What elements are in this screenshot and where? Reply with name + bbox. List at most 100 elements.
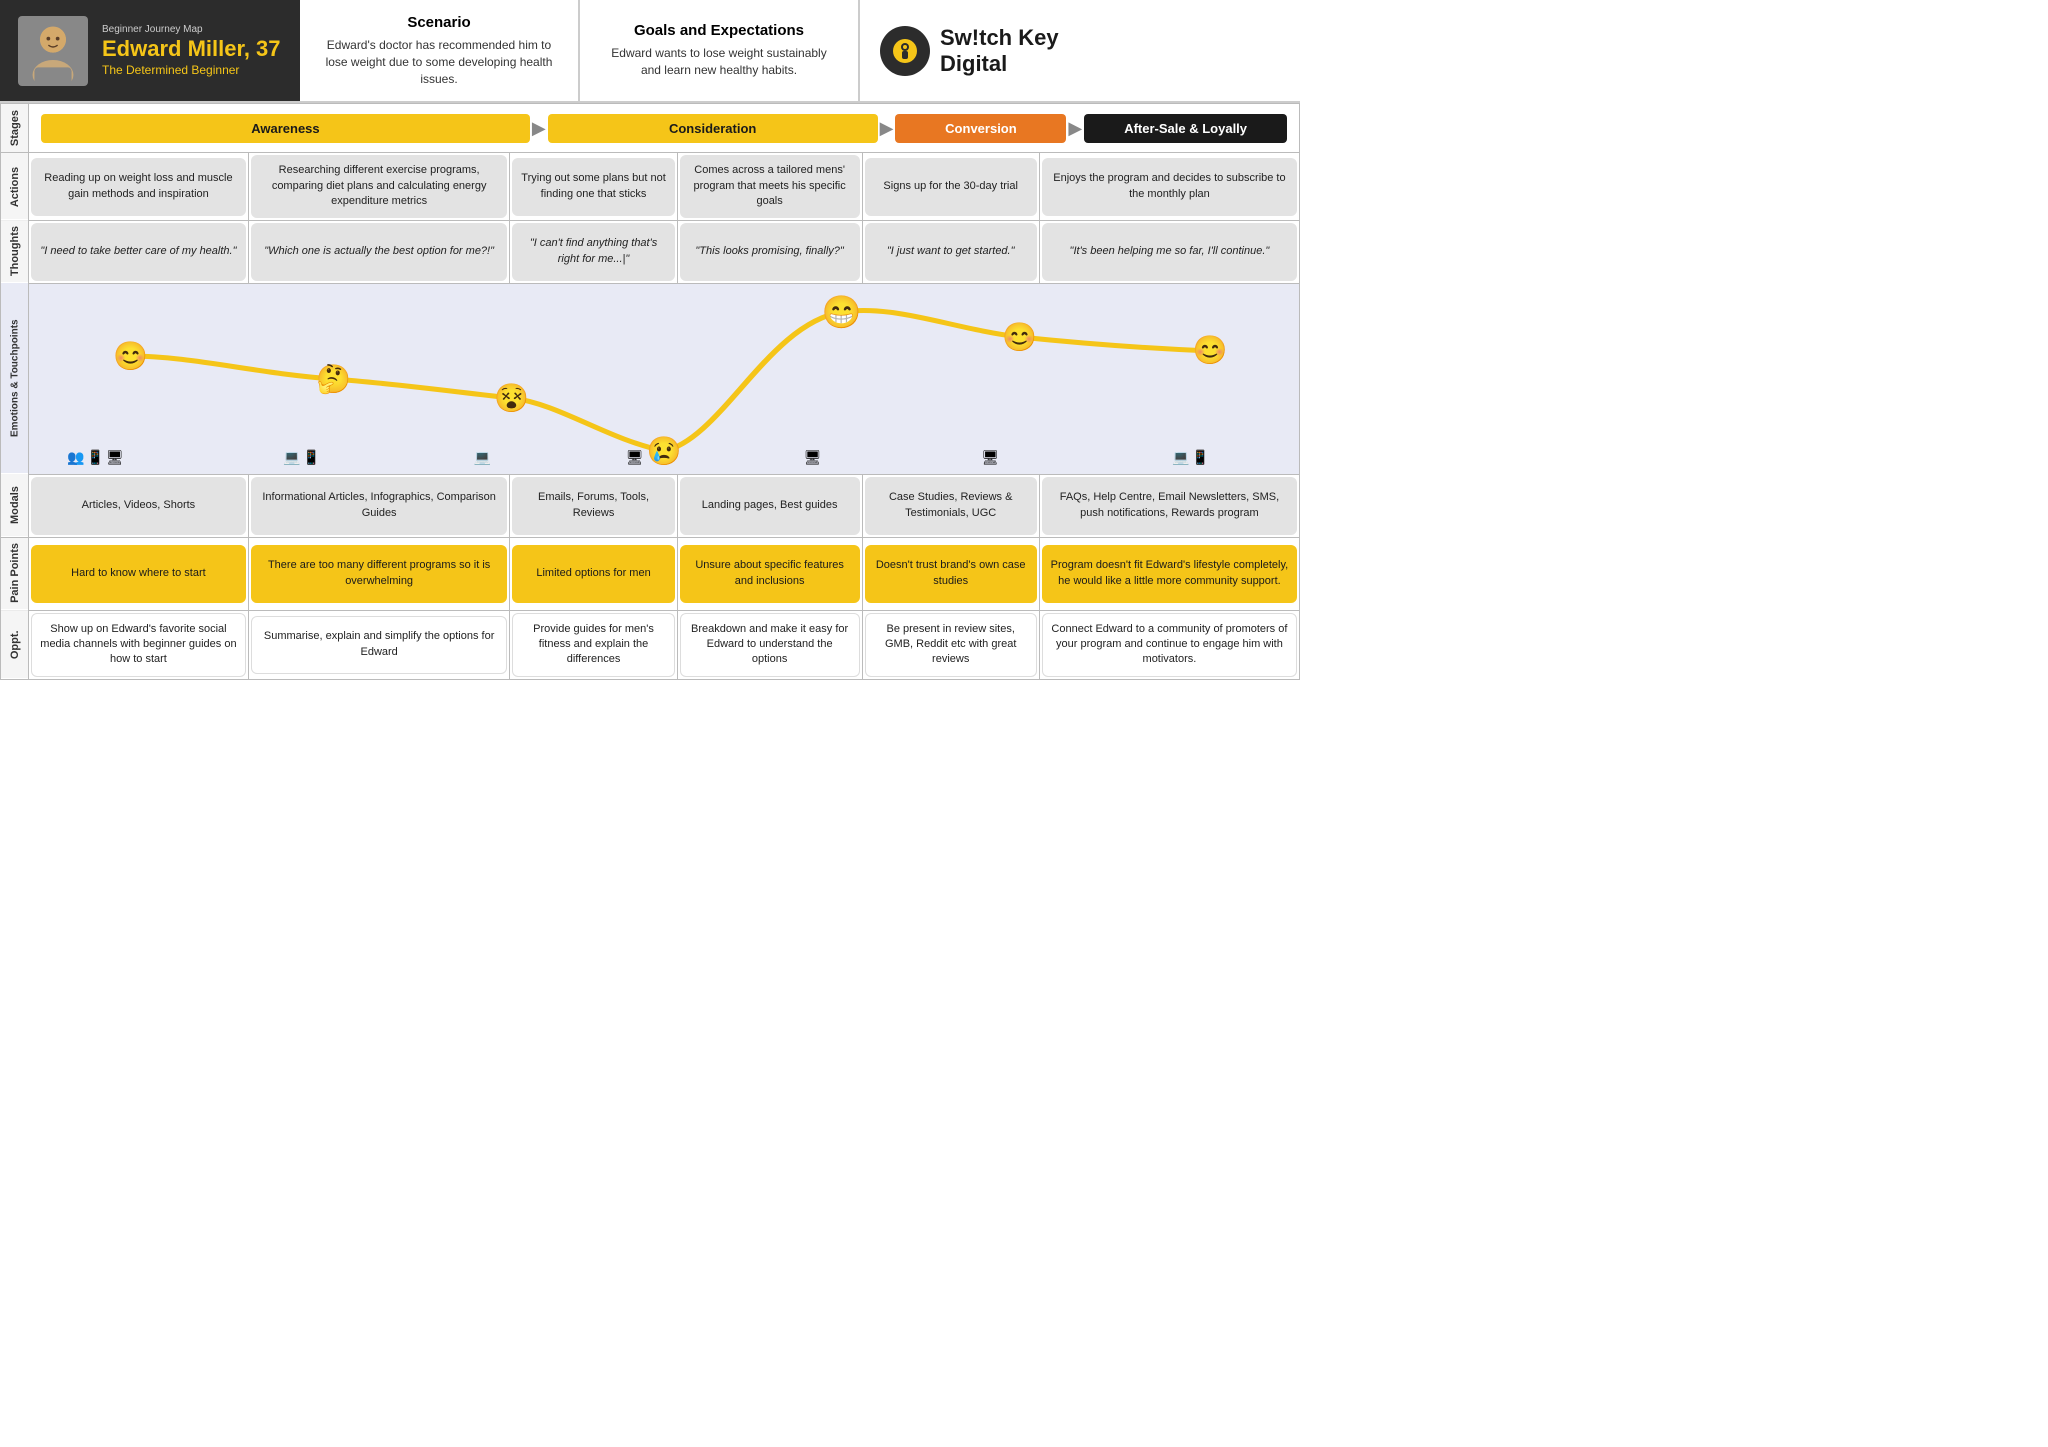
tp2-icon2: 📱	[302, 449, 319, 466]
oppt-cell-5: Be present in review sites, GMB, Reddit …	[862, 610, 1039, 679]
action-box-1: Reading up on weight loss and muscle gai…	[31, 158, 246, 216]
oppt-cell-4: Breakdown and make it easy for Edward to…	[677, 610, 862, 679]
pain-cell-1: Hard to know where to start	[29, 537, 249, 610]
oppt-box-4: Breakdown and make it easy for Edward to…	[680, 613, 860, 677]
action-box-3: Trying out some plans but not finding on…	[512, 158, 674, 216]
touchpoints-4: 🖥	[626, 449, 644, 466]
persona-tagline: The Determined Beginner	[102, 63, 281, 77]
thought-box-5: "I just want to get started."	[865, 223, 1037, 281]
thought-box-6: "It's been helping me so far, I'll conti…	[1042, 223, 1297, 281]
oppt-box-1: Show up on Edward's favorite social medi…	[31, 613, 246, 677]
thought-box-1: "I need to take better care of my health…	[31, 223, 246, 281]
journey-table: Stages Awareness ▶ Consideration ▶ Conve…	[0, 103, 1300, 679]
persona-subtitle: Beginner Journey Map	[102, 24, 281, 35]
page-wrapper: Beginner Journey Map Edward Miller, 37 T…	[0, 0, 1300, 680]
actions-label: Actions	[1, 153, 29, 220]
emotion-svg	[29, 284, 1299, 474]
action-cell-4: Comes across a tailored mens' program th…	[677, 153, 862, 220]
persona-block: Beginner Journey Map Edward Miller, 37 T…	[0, 0, 300, 101]
stage-awareness: Awareness	[41, 114, 530, 143]
persona-name: Edward Miller, 37	[102, 37, 281, 61]
emotion-chart-area: 😊 👥 📱 🖥 🤔 💻 📱	[29, 284, 1299, 474]
pain-box-3: Limited options for men	[512, 545, 674, 603]
touchpoints-6: 🖥	[982, 449, 1000, 466]
touchpoints-7: 💻 📱	[1172, 449, 1209, 466]
tp7-icon2: 📱	[1191, 449, 1208, 466]
action-box-2: Researching different exercise programs,…	[251, 155, 508, 217]
emotion-inner: 😊 👥 📱 🖥 🤔 💻 📱	[29, 284, 1299, 474]
arrow-1: ▶	[532, 118, 546, 139]
modal-box-3: Emails, Forums, Tools, Reviews	[512, 477, 674, 535]
scenario-text: Edward's doctor has recommended him to l…	[320, 37, 558, 87]
modal-cell-3: Emails, Forums, Tools, Reviews	[510, 474, 677, 537]
touchpoints-1: 👥 📱 🖥	[67, 449, 124, 466]
modals-row: Modals Articles, Videos, Shorts Informat…	[1, 474, 1300, 537]
thought-box-2: "Which one is actually the best option f…	[251, 223, 508, 281]
emotions-row: Emotions & Touchpoints	[1, 283, 1300, 474]
stage-aftersale: After-Sale & Loyally	[1084, 114, 1287, 143]
stages-container: Awareness ▶ Consideration ▶ Conversion ▶…	[35, 110, 1293, 147]
action-box-5: Signs up for the 30-day trial	[865, 158, 1037, 216]
modal-box-1: Articles, Videos, Shorts	[31, 477, 246, 535]
pain-cell-3: Limited options for men	[510, 537, 677, 610]
tp6-icon1: 🖥	[982, 449, 1000, 466]
opportunities-label: Oppt.	[1, 610, 29, 679]
avatar	[18, 16, 88, 86]
oppt-box-5: Be present in review sites, GMB, Reddit …	[865, 613, 1037, 677]
thought-box-3: "I can't find anything that's right for …	[512, 223, 674, 281]
pain-cell-6: Program doesn't fit Edward's lifestyle c…	[1039, 537, 1299, 610]
oppt-cell-2: Summarise, explain and simplify the opti…	[248, 610, 510, 679]
pain-box-2: There are too many different programs so…	[251, 545, 508, 603]
modal-box-4: Landing pages, Best guides	[680, 477, 860, 535]
goals-title: Goals and Expectations	[600, 22, 838, 39]
stage-conversion: Conversion	[895, 114, 1066, 143]
actions-row: Actions Reading up on weight loss and mu…	[1, 153, 1300, 220]
touchpoints-3: 💻	[474, 449, 491, 466]
thoughts-label: Thoughts	[1, 220, 29, 283]
arrow-3: ▶	[1068, 118, 1082, 139]
modal-cell-5: Case Studies, Reviews & Testimonials, UG…	[862, 474, 1039, 537]
tp4-icon1: 🖥	[626, 449, 644, 466]
thought-cell-1: "I need to take better care of my health…	[29, 220, 249, 283]
pain-cell-5: Doesn't trust brand's own case studies	[862, 537, 1039, 610]
thought-cell-4: "This looks promising, finally?"	[677, 220, 862, 283]
stages-row: Stages Awareness ▶ Consideration ▶ Conve…	[1, 104, 1300, 153]
persona-text: Beginner Journey Map Edward Miller, 37 T…	[102, 24, 281, 77]
action-box-6: Enjoys the program and decides to subscr…	[1042, 158, 1297, 216]
pain-box-1: Hard to know where to start	[31, 545, 246, 603]
thought-cell-2: "Which one is actually the best option f…	[248, 220, 510, 283]
header: Beginner Journey Map Edward Miller, 37 T…	[0, 0, 1300, 103]
modal-box-6: FAQs, Help Centre, Email Newsletters, SM…	[1042, 477, 1297, 535]
stages-label: Stages	[1, 104, 29, 153]
thought-cell-6: "It's been helping me so far, I'll conti…	[1039, 220, 1299, 283]
tp1-icon3: 🖥	[106, 449, 124, 466]
brand-block: Sw!tch Key Digital	[860, 0, 1079, 101]
modal-cell-1: Articles, Videos, Shorts	[29, 474, 249, 537]
action-cell-5: Signs up for the 30-day trial	[862, 153, 1039, 220]
pain-points-label: Pain Points	[1, 537, 29, 610]
tp2-icon1: 💻	[283, 449, 300, 466]
modal-box-5: Case Studies, Reviews & Testimonials, UG…	[865, 477, 1037, 535]
emotions-cell: 😊 👥 📱 🖥 🤔 💻 📱	[29, 283, 1300, 474]
touchpoints-5: 🖥	[804, 449, 822, 466]
pain-cell-4: Unsure about specific features and inclu…	[677, 537, 862, 610]
oppt-box-3: Provide guides for men's fitness and exp…	[512, 613, 674, 677]
pain-box-5: Doesn't trust brand's own case studies	[865, 545, 1037, 603]
goals-text: Edward wants to lose weight sustainably …	[600, 45, 838, 79]
oppt-cell-3: Provide guides for men's fitness and exp…	[510, 610, 677, 679]
pain-cell-2: There are too many different programs so…	[248, 537, 510, 610]
modal-cell-6: FAQs, Help Centre, Email Newsletters, SM…	[1039, 474, 1299, 537]
tp5-icon1: 🖥	[804, 449, 822, 466]
brand-logo	[880, 26, 930, 76]
pain-box-4: Unsure about specific features and inclu…	[680, 545, 860, 603]
opportunities-row: Oppt. Show up on Edward's favorite socia…	[1, 610, 1300, 679]
scenario-block: Scenario Edward's doctor has recommended…	[300, 0, 580, 101]
pain-points-row: Pain Points Hard to know where to start …	[1, 537, 1300, 610]
oppt-box-2: Summarise, explain and simplify the opti…	[251, 616, 508, 674]
action-cell-3: Trying out some plans but not finding on…	[510, 153, 677, 220]
thoughts-row: Thoughts "I need to take better care of …	[1, 220, 1300, 283]
touchpoints-2: 💻 📱	[283, 449, 320, 466]
stage-consideration: Consideration	[548, 114, 878, 143]
scenario-title: Scenario	[320, 14, 558, 31]
action-cell-6: Enjoys the program and decides to subscr…	[1039, 153, 1299, 220]
